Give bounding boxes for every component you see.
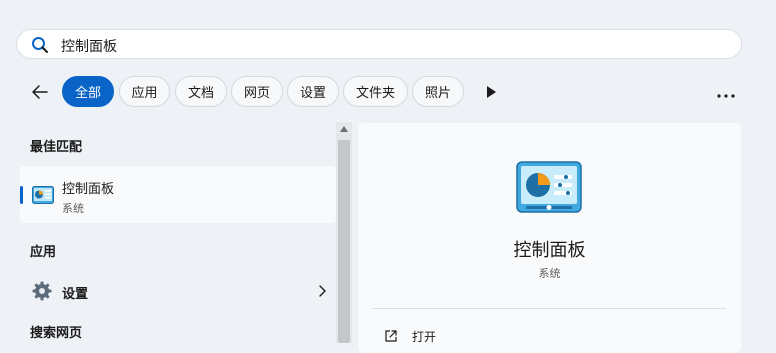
web-search-heading: 搜索网页 [30,326,83,341]
preview-subtitle: 系统 [538,267,561,280]
open-external-icon [385,330,397,342]
gear-icon [32,281,52,301]
scroll-thumb[interactable] [338,140,350,343]
back-arrow-icon [32,85,48,99]
control-panel-icon [32,186,54,204]
filter-folders[interactable]: 文件夹 [343,76,408,107]
control-panel-icon [516,161,582,213]
app-item-settings[interactable]: 设置 [20,277,336,305]
apps-heading: 应用 [30,245,57,260]
search-box[interactable]: 控制面板 [16,29,742,59]
search-icon [32,37,48,53]
open-action-label: 打开 [412,330,437,344]
selection-indicator [20,186,23,204]
filter-all[interactable]: 全部 [62,76,114,107]
app-item-label: 设置 [62,287,89,302]
divider [372,308,726,309]
preview-panel: 控制面板 系统 打开 [358,123,741,353]
scrollbar[interactable] [336,122,352,343]
best-match-title: 控制面板 [62,182,115,197]
filter-apps[interactable]: 应用 [119,76,170,107]
play-icon[interactable] [484,82,500,102]
filter-bar: 全部 应用 文档 网页 设置 文件夹 照片 [0,74,776,110]
chevron-right-icon[interactable] [316,284,328,298]
filter-settings[interactable]: 设置 [287,76,339,107]
best-match-item[interactable]: 控制面板 系统 [20,166,336,223]
scroll-up-arrow-icon[interactable] [340,126,348,132]
more-icon[interactable] [714,78,738,106]
filter-documents[interactable]: 文档 [175,76,227,107]
search-input[interactable]: 控制面板 [61,36,117,56]
best-match-subtitle: 系统 [62,202,84,215]
back-button[interactable] [24,76,56,108]
open-action[interactable]: 打开 [372,324,726,350]
preview-title: 控制面板 [513,240,586,261]
filter-photos[interactable]: 照片 [412,76,464,107]
best-match-heading: 最佳匹配 [30,140,83,155]
filter-web[interactable]: 网页 [231,76,283,107]
results-list: 最佳匹配 控制面板 系统 应用 设置 搜索网页 [0,122,336,343]
